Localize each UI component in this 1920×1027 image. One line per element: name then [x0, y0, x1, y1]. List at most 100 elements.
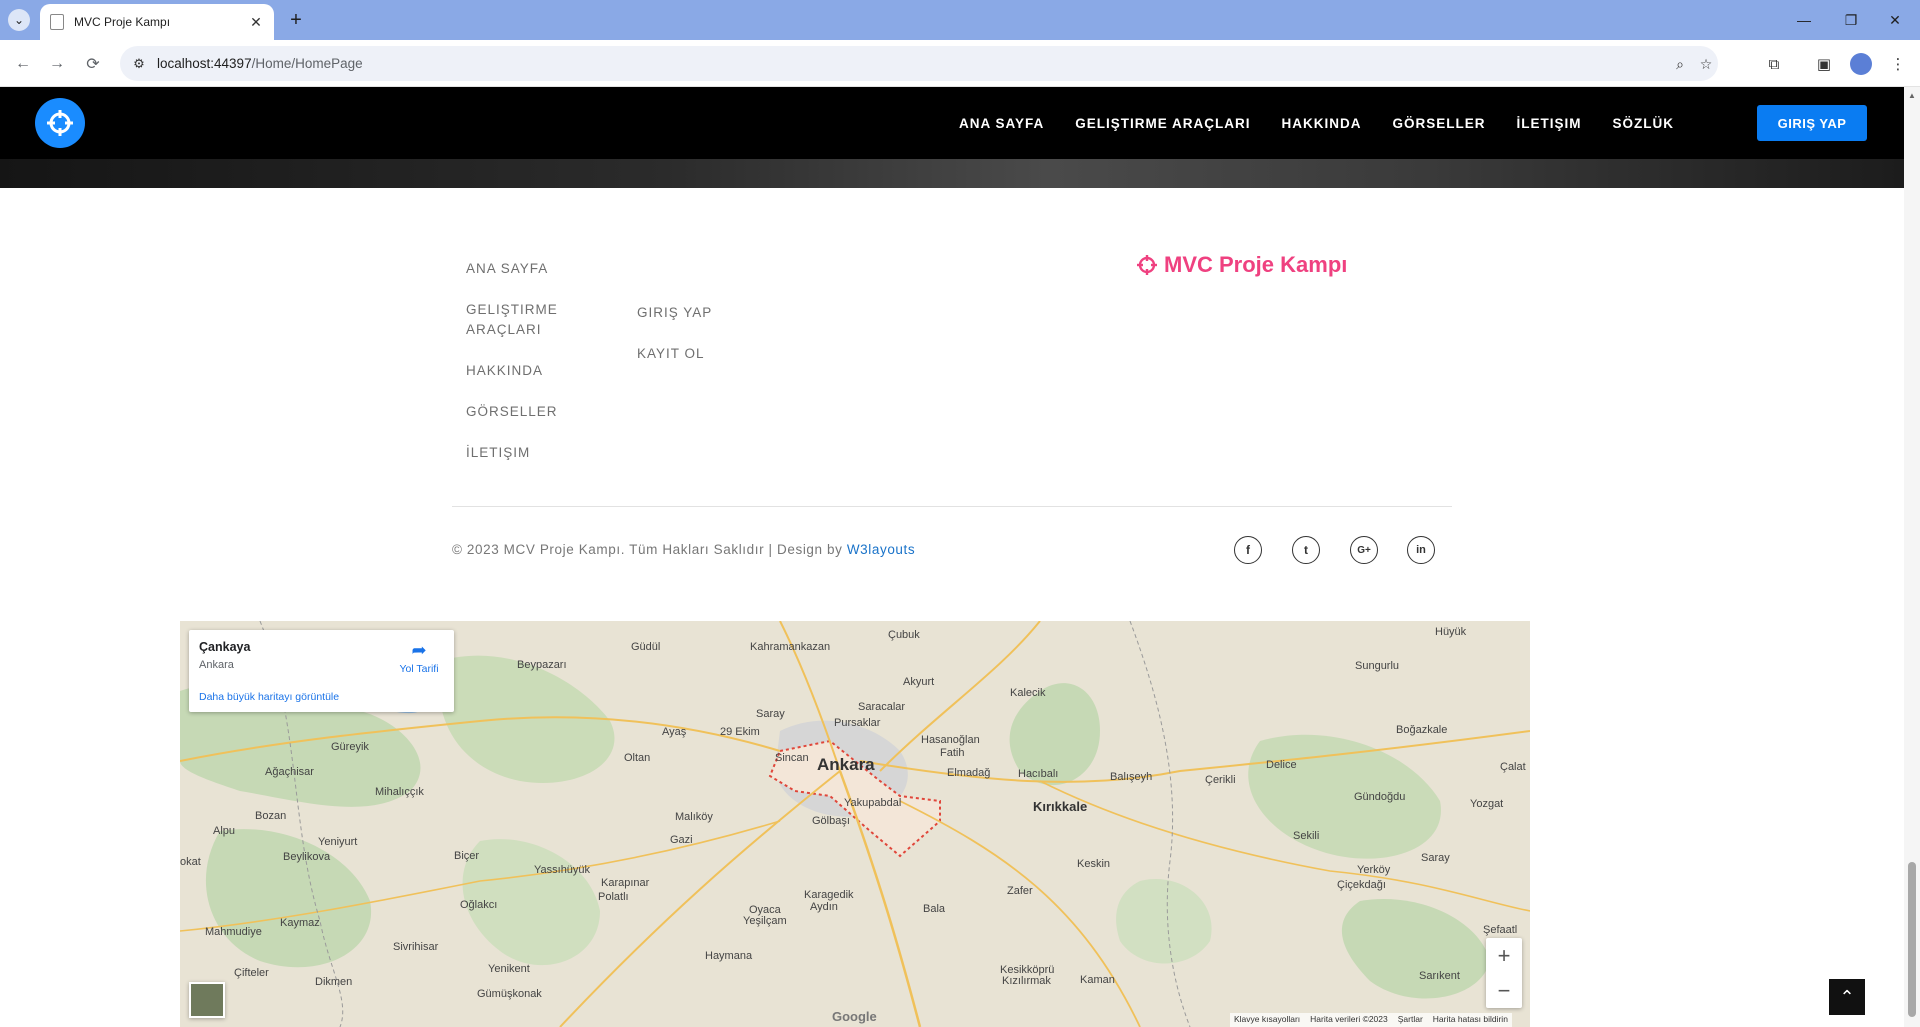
- map-place: Güreyik: [331, 741, 369, 753]
- map-place: Bozan: [255, 810, 287, 822]
- url-text[interactable]: localhost:44397/Home/HomePage: [157, 56, 363, 71]
- map-info-subtitle: Ankara: [199, 659, 234, 671]
- map-data-label: Harita verileri ©2023: [1310, 1014, 1388, 1024]
- url-host: localhost:44397: [157, 56, 252, 71]
- map-place: Saracalar: [858, 701, 906, 713]
- minimize-icon[interactable]: —: [1789, 8, 1819, 32]
- footer-links-account: GIRIŞ YAP KAYIT OL: [637, 303, 757, 364]
- map-place: Ağaçhisar: [265, 766, 314, 778]
- footer-link-about[interactable]: HAKKINDA: [466, 361, 586, 381]
- browser-tabbar: ⌄ MVC Proje Kampı ✕ + — ❐ ✕: [0, 0, 1920, 40]
- map-place: Yassıhüyük: [534, 864, 591, 876]
- nav-link-contact[interactable]: İLETIŞIM: [1517, 116, 1582, 131]
- footer-link-gallery[interactable]: GÖRSELLER: [466, 402, 586, 422]
- directions-button[interactable]: ➦ Yol Tarifi: [394, 640, 444, 675]
- linkedin-icon[interactable]: in: [1407, 536, 1435, 564]
- login-button[interactable]: GIRIŞ YAP: [1757, 105, 1867, 141]
- restore-icon[interactable]: ❐: [1836, 8, 1866, 32]
- map-place: Kalecik: [1010, 687, 1046, 699]
- url-path: /Home/HomePage: [251, 56, 363, 71]
- address-bar[interactable]: ⚙ localhost:44397/Home/HomePage ⌕ ☆: [120, 46, 1718, 81]
- zoom-icon[interactable]: ⌕: [1670, 54, 1690, 74]
- scrollbar-thumb[interactable]: [1908, 862, 1916, 1017]
- bigger-map-link[interactable]: Daha büyük haritayı görüntüle: [199, 691, 339, 703]
- map-place: Kırıkkale: [1033, 799, 1088, 814]
- forward-icon[interactable]: →: [44, 51, 70, 77]
- zoom-in-button[interactable]: +: [1486, 938, 1522, 973]
- map-place: Sivrihisar: [393, 941, 439, 953]
- footer-link-login[interactable]: GIRIŞ YAP: [637, 303, 757, 323]
- map-place: Yenikent: [488, 963, 530, 975]
- map-place: Keskin: [1077, 858, 1111, 870]
- keyboard-shortcuts-link[interactable]: Klavye kısayolları: [1234, 1014, 1300, 1026]
- map-place: Alpu: [213, 825, 236, 837]
- map-place: Yakupabdal: [844, 797, 902, 809]
- chevron-up-icon[interactable]: ⌃: [1829, 979, 1865, 1015]
- crosshair-icon[interactable]: [35, 98, 85, 148]
- map-place: Elmadağ: [947, 767, 991, 779]
- bookmark-star-icon[interactable]: ☆: [1696, 54, 1716, 74]
- footer-brand[interactable]: MVC Proje Kampı: [1136, 252, 1347, 278]
- site-info-icon[interactable]: ⚙: [130, 55, 148, 73]
- map-place: Mahmudiye: [205, 926, 262, 938]
- report-error-link[interactable]: Harita hatası bildirin: [1433, 1014, 1508, 1026]
- scroll-up-icon[interactable]: ▲: [1907, 91, 1917, 101]
- map-place: Hasanoğlan: [921, 734, 980, 746]
- map-place: Boğazkale: [1396, 724, 1448, 736]
- tab-list-icon[interactable]: ⌄: [8, 9, 30, 31]
- map-place: Dikmen: [315, 976, 353, 988]
- map-place: Çerikli: [1205, 774, 1236, 786]
- nav-link-gallery[interactable]: GÖRSELLER: [1392, 116, 1485, 131]
- extensions-icon[interactable]: ⧉: [1762, 52, 1786, 76]
- nav-link-about[interactable]: HAKKINDA: [1281, 116, 1361, 131]
- map-info-title: Çankaya: [199, 640, 251, 654]
- map-place: Oltan: [624, 752, 651, 764]
- map-info-card: Çankaya Ankara Daha büyük haritayı görün…: [189, 630, 454, 712]
- map-place: Çalat: [1500, 761, 1526, 773]
- map-place: Bala: [923, 903, 946, 915]
- map-place: Güdül: [631, 641, 661, 653]
- w3layouts-link[interactable]: W3layouts: [847, 542, 915, 557]
- profile-avatar[interactable]: [1850, 53, 1872, 75]
- footer-link-dev-tools[interactable]: GELIŞTIRME ARAÇLARI: [466, 300, 586, 340]
- directions-label: Yol Tarifi: [399, 663, 439, 675]
- map-place: Gümüşkonak: [477, 988, 542, 1000]
- nav-link-home[interactable]: ANA SAYFA: [959, 116, 1044, 131]
- map-place: 29 Ekim: [720, 726, 760, 738]
- map-attribution: Klavye kısayolları Harita verileri ©2023…: [1230, 1013, 1512, 1027]
- tab-close-icon[interactable]: ✕: [248, 14, 264, 31]
- google-map-embed[interactable]: Ankara Kırıkkale Güdül Kahramankazan Çub…: [180, 621, 1530, 1027]
- page-scrollbar[interactable]: ▲: [1904, 87, 1920, 1027]
- twitter-icon[interactable]: t: [1292, 536, 1320, 564]
- browser-tab-active[interactable]: MVC Proje Kampı ✕: [40, 4, 274, 40]
- footer-link-register[interactable]: KAYIT OL: [637, 344, 757, 364]
- tab-title: MVC Proje Kampı: [74, 15, 171, 29]
- facebook-icon[interactable]: f: [1234, 536, 1262, 564]
- map-place: Gölbaşı: [812, 815, 850, 827]
- map-place: Kaman: [1080, 974, 1115, 986]
- map-place: okat: [180, 856, 201, 868]
- map-place: Aydın: [810, 901, 838, 913]
- back-icon[interactable]: ←: [10, 51, 36, 77]
- new-tab-icon[interactable]: +: [282, 6, 310, 34]
- google-plus-icon[interactable]: G+: [1350, 536, 1378, 564]
- menu-icon[interactable]: ⋮: [1886, 52, 1910, 76]
- terms-link[interactable]: Şartlar: [1398, 1014, 1423, 1026]
- reload-icon[interactable]: ⟳: [80, 51, 106, 77]
- map-place: Sungurlu: [1355, 660, 1400, 672]
- close-window-icon[interactable]: ✕: [1880, 8, 1910, 32]
- map-place: Mihalıççık: [375, 786, 424, 798]
- footer-link-home[interactable]: ANA SAYFA: [466, 259, 586, 279]
- side-panel-icon[interactable]: ▣: [1812, 52, 1836, 76]
- zoom-out-button[interactable]: −: [1486, 973, 1522, 1008]
- nav-link-dictionary[interactable]: SÖZLÜK: [1613, 116, 1675, 131]
- nav-link-dev-tools[interactable]: GELIŞTIRME ARAÇLARI: [1075, 116, 1250, 131]
- map-place: Oğlakcı: [460, 899, 498, 911]
- google-logo: Google: [832, 1009, 877, 1024]
- browser-toolbar: ← → ⟳ ⚙ localhost:44397/Home/HomePage ⌕ …: [0, 40, 1920, 87]
- map-place: Delice: [1266, 759, 1297, 771]
- map-place: Fatih: [940, 747, 965, 759]
- map-layer-toggle[interactable]: [189, 982, 225, 1018]
- footer-links-primary: ANA SAYFA GELIŞTIRME ARAÇLARI HAKKINDA G…: [466, 259, 586, 463]
- footer-link-contact[interactable]: İLETIŞIM: [466, 443, 586, 463]
